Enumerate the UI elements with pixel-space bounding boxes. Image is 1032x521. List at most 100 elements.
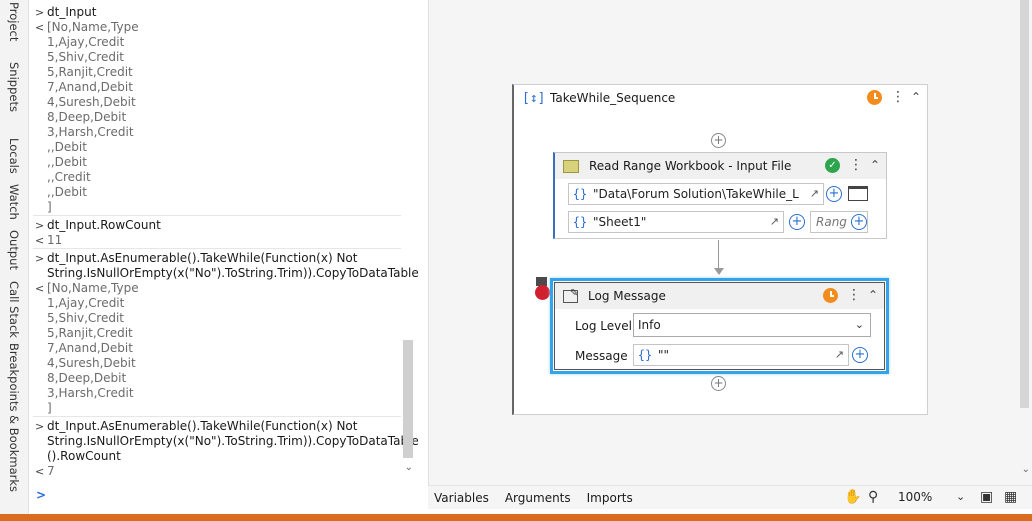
range-placeholder: Rang [816, 215, 847, 229]
immediate-entry: > dt_Input.RowCount <11 [35, 218, 410, 248]
log-message-icon: ✎ [563, 288, 578, 303]
tab-arguments[interactable]: Arguments [505, 491, 571, 505]
entry-result: [No,Name,Type 1,Ajay,Credit 5,Shiv,Credi… [47, 20, 139, 214]
watch-tab-label: Watch [7, 184, 21, 220]
sequence-header[interactable]: [↕] TakeWhile_Sequence ⋮ ⌃ [514, 85, 927, 111]
tab-watch[interactable]: Watch [7, 184, 21, 220]
expression-braces-icon: {} [572, 187, 588, 201]
locals-tab-label: Locals [7, 138, 21, 174]
result-arrow-icon: < [35, 234, 45, 247]
more-options-icon[interactable]: ⋮ [849, 158, 863, 172]
expand-chevron-icon[interactable]: > [35, 218, 47, 233]
panel-scroll-thumb[interactable] [403, 340, 413, 458]
sequence-title: TakeWhile_Sequence [550, 91, 676, 105]
read-range-title: Read Range Workbook - Input File [589, 159, 792, 173]
overview-icon[interactable]: ▦ [1004, 489, 1017, 505]
expand-editor-icon[interactable]: ↗ [810, 187, 819, 200]
designer-bottom-bar: Variables Arguments Imports ✋ ⚲ 100% ⌄ ▣… [428, 485, 1032, 509]
tab-variables[interactable]: Variables [434, 491, 489, 505]
entry-expression: dt_Input.RowCount [47, 218, 161, 232]
arrow-down-icon [714, 268, 724, 275]
hand-pan-icon[interactable]: ✋ [844, 489, 861, 505]
breakpoints-tab-label: Breakpoints & Bookmarks [7, 343, 21, 492]
snippets-tab-label: Snippets [7, 62, 21, 112]
log-message-header[interactable]: ✎ Log Message ⋮ ⌃ [555, 283, 884, 309]
add-range-icon[interactable]: + [851, 214, 867, 230]
read-range-header[interactable]: Read Range Workbook - Input File ✓ ⋮ ⌃ [555, 153, 886, 179]
entry-divider [33, 248, 401, 249]
entry-result: 7 [47, 464, 55, 478]
workbook-path-value: "Data\Forum Solution\TakeWhile_LinC [593, 187, 799, 201]
add-sheet-icon[interactable]: + [789, 214, 805, 230]
expand-editor-icon[interactable]: ↗ [835, 348, 844, 361]
result-arrow-icon: < [35, 21, 45, 34]
call-stack-tab-label: Call Stack [7, 281, 21, 338]
expression-braces-icon: {} [637, 348, 653, 362]
log-level-select[interactable]: Info ⌄ [633, 313, 871, 337]
tab-imports[interactable]: Imports [587, 491, 633, 505]
clock-icon [823, 288, 838, 303]
entry-expression: dt_Input [47, 5, 97, 19]
result-arrow-icon: < [35, 282, 45, 295]
collapse-icon[interactable]: ⌃ [868, 158, 882, 172]
panel-scrollbar[interactable]: ⌄ [403, 0, 413, 478]
chevron-down-icon: ⌄ [854, 318, 864, 331]
entry-result: 11 [47, 233, 63, 247]
log-level-label: Log Level [575, 319, 632, 333]
add-activity-icon[interactable]: + [711, 133, 726, 148]
scroll-down-arrow-icon[interactable]: ⌄ [405, 462, 413, 473]
tab-call-stack[interactable]: Call Stack [7, 281, 21, 338]
tab-output[interactable]: Output [7, 230, 21, 270]
read-range-activity[interactable]: Read Range Workbook - Input File ✓ ⋮ ⌃ {… [553, 152, 887, 239]
sheet-name-value: "Sheet1" [593, 215, 647, 229]
collapse-icon[interactable]: ⌃ [909, 90, 923, 104]
tab-snippets[interactable]: Snippets [7, 62, 21, 112]
add-path-icon[interactable]: + [826, 186, 842, 202]
excel-icon [563, 159, 579, 173]
tab-breakpoints-bookmarks[interactable]: Breakpoints & Bookmarks [7, 343, 21, 492]
chevron-down-icon[interactable]: ⌄ [956, 490, 965, 503]
collapse-icon[interactable]: ⌃ [866, 288, 880, 302]
status-strip [0, 514, 1032, 521]
zoom-search-icon[interactable]: ⚲ [868, 489, 878, 505]
log-message-activity[interactable]: ✎ Log Message ⋮ ⌃ Log Level Info ⌄ Messa… [550, 278, 889, 374]
expand-chevron-icon[interactable]: > [35, 419, 47, 464]
sequence-icon: [↕] [522, 90, 546, 106]
expand-chevron-icon[interactable]: > [35, 5, 47, 20]
entry-divider [33, 416, 401, 417]
zoom-level[interactable]: 100% [898, 490, 932, 504]
side-tab-strip: Project Snippets Locals Watch Output Cal… [0, 0, 29, 514]
project-tab-label: Project [7, 2, 21, 42]
entry-divider [33, 215, 401, 216]
message-value: "" [658, 348, 670, 362]
add-activity-icon[interactable]: + [711, 376, 726, 391]
tab-project[interactable]: Project [7, 2, 21, 41]
clock-icon [867, 90, 882, 105]
success-check-icon: ✓ [825, 158, 840, 173]
add-message-icon[interactable]: + [852, 347, 868, 363]
entry-result: [No,Name,Type 1,Ajay,Credit 5,Shiv,Credi… [47, 281, 139, 415]
expand-chevron-icon[interactable]: > [35, 251, 47, 281]
log-level-value: Info [638, 318, 661, 332]
expand-editor-icon[interactable]: ↗ [770, 215, 779, 228]
folder-icon[interactable] [848, 186, 868, 201]
immediate-prompt[interactable]: > [36, 488, 46, 502]
expression-braces-icon: {} [572, 215, 588, 229]
canvas-scroll-thumb[interactable] [1020, 0, 1029, 408]
immediate-panel: > dt_Input < [No,Name,Type 1,Ajay,Credit 5… [29, 0, 422, 508]
scroll-down-arrow-icon[interactable]: ⌄ [1022, 464, 1030, 475]
more-options-icon[interactable]: ⋮ [847, 288, 861, 302]
canvas-scrollbar[interactable]: ⌄ [1020, 0, 1030, 480]
log-message-title: Log Message [588, 289, 666, 303]
sheet-name-input[interactable]: {} "Sheet1" ↗ [568, 211, 784, 233]
breakpoint-icon[interactable] [535, 285, 550, 300]
workbook-path-input[interactable]: {} "Data\Forum Solution\TakeWhile_LinC ↗ [568, 183, 824, 205]
message-label: Message [575, 349, 628, 363]
more-options-icon[interactable]: ⋮ [891, 90, 905, 104]
immediate-entry: > dt_Input.AsEnumerable().TakeWhile(Funct… [35, 419, 419, 479]
entry-expression: dt_Input.AsEnumerable().TakeWhile(Functi… [47, 419, 419, 463]
fit-to-screen-icon[interactable]: ▣ [980, 489, 993, 505]
message-input[interactable]: {} "" ↗ [633, 344, 849, 366]
result-arrow-icon: < [35, 465, 45, 478]
tab-locals[interactable]: Locals [7, 138, 21, 174]
